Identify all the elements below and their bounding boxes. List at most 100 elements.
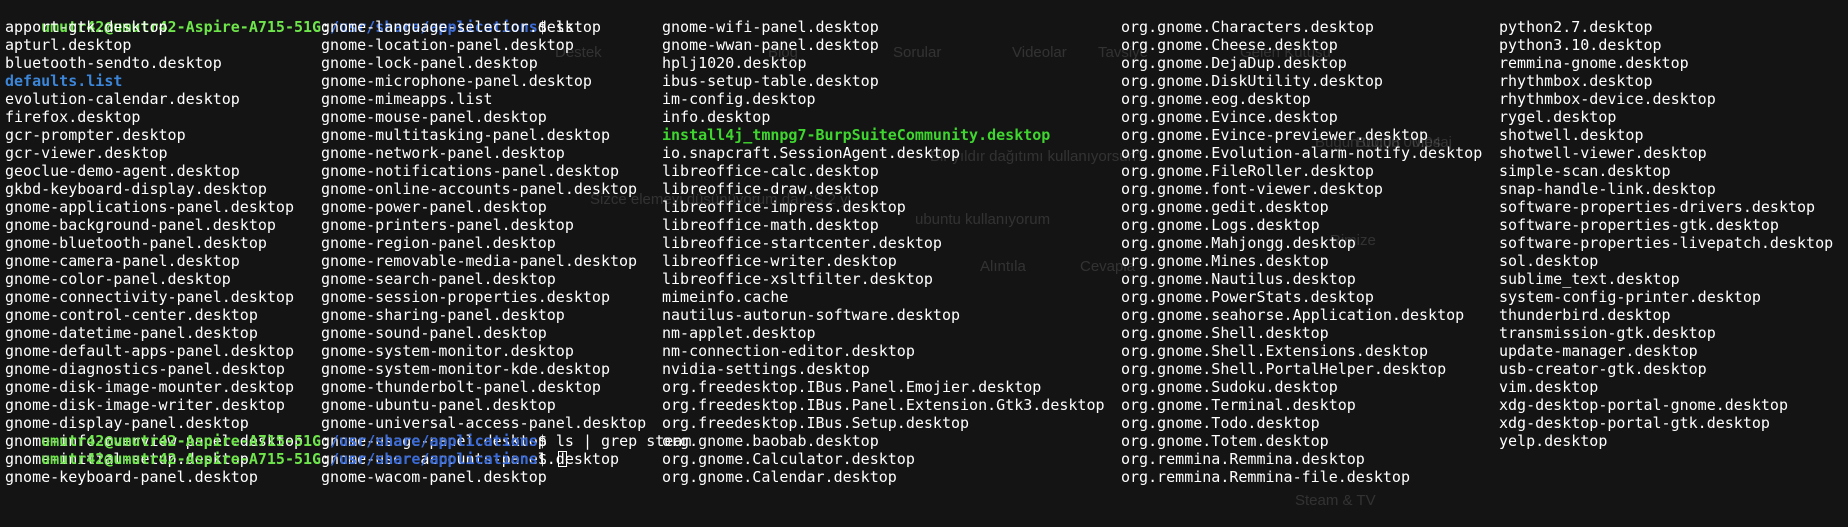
file-entry: mimeinfo.cache <box>662 288 789 306</box>
file-entry: org.gnome.Sudoku.desktop <box>1121 378 1338 396</box>
file-entry: evolution-calendar.desktop <box>5 90 240 108</box>
file-entry: gnome-search-panel.desktop <box>321 270 556 288</box>
file-entry: gnome-wacom-panel.desktop <box>321 468 547 486</box>
file-entry: sublime_text.desktop <box>1499 270 1680 288</box>
file-entry: info.desktop <box>662 108 771 126</box>
file-entry: apturl.desktop <box>5 36 132 54</box>
file-entry: software-properties-gtk.desktop <box>1499 216 1779 234</box>
file-entry: libreoffice-startcenter.desktop <box>662 234 942 252</box>
file-entry: org.gnome.seahorse.Application.desktop <box>1121 306 1465 324</box>
file-entry: org.gnome.Evolution-alarm-notify.desktop <box>1121 144 1483 162</box>
file-entry: gnome-network-panel.desktop <box>321 144 565 162</box>
file-entry: gnome-control-center.desktop <box>5 306 258 324</box>
file-entry: org.gnome.Evince.desktop <box>1121 108 1338 126</box>
file-entry: gnome-region-panel.desktop <box>321 234 556 252</box>
file-entry: org.gnome.Calendar.desktop <box>662 468 897 486</box>
file-entry: org.gnome.FileRoller.desktop <box>1121 162 1374 180</box>
file-entry: gnome-applications-panel.desktop <box>5 198 294 216</box>
file-entry: gkbd-keyboard-display.desktop <box>5 180 267 198</box>
file-entry: gnome-diagnostics-panel.desktop <box>5 360 285 378</box>
file-entry: im-config.desktop <box>662 90 816 108</box>
file-entry: org.gnome.Shell.desktop <box>1121 324 1329 342</box>
file-entry: libreoffice-xsltfilter.desktop <box>662 270 933 288</box>
file-entry: nautilus-autorun-software.desktop <box>662 306 961 324</box>
file-entry: org.gnome.Calculator.desktop <box>662 450 915 468</box>
file-entry: bluetooth-sendto.desktop <box>5 54 222 72</box>
file-entry: org.gnome.eog.desktop <box>1121 90 1311 108</box>
file-entry: gnome-mimeapps.list <box>321 90 493 108</box>
file-entry: gnome-microphone-panel.desktop <box>321 72 592 90</box>
file-entry: sol.desktop <box>1499 252 1599 270</box>
file-entry: shotwell-viewer.desktop <box>1499 144 1707 162</box>
file-entry: gnome-sharing-panel.desktop <box>321 306 565 324</box>
file-entry: gcr-prompter.desktop <box>5 126 186 144</box>
file-entry: org.gnome.Mahjongg.desktop <box>1121 234 1356 252</box>
file-entry: gnome-lock-panel.desktop <box>321 54 538 72</box>
file-entry: gnome-printers-panel.desktop <box>321 216 574 234</box>
file-entry: ibus-setup-table.desktop <box>662 72 879 90</box>
file-entry: org.freedesktop.IBus.Panel.Emojier.deskt… <box>662 378 1042 396</box>
prompt-line-3[interactable]: umutr42@umutr42-Aspire-A715-51G:/usr/sha… <box>5 432 1845 468</box>
file-entry: org.gnome.Mines.desktop <box>1121 252 1329 270</box>
file-entry: org.gnome.Evince-previewer.desktop <box>1121 126 1429 144</box>
file-entry: update-manager.desktop <box>1499 342 1698 360</box>
file-entry: simple-scan.desktop <box>1499 162 1671 180</box>
file-entry: gnome-language-selector.desktop <box>321 18 601 36</box>
file-entry: gnome-thunderbolt-panel.desktop <box>321 378 601 396</box>
file-entry: usb-creator-gtk.desktop <box>1499 360 1707 378</box>
file-entry: gnome-default-apps-panel.desktop <box>5 342 294 360</box>
file-entry: gnome-removable-media-panel.desktop <box>321 252 638 270</box>
file-entry: geoclue-demo-agent.desktop <box>5 162 240 180</box>
file-entry: gnome-power-panel.desktop <box>321 198 547 216</box>
file-entry: rygel.desktop <box>1499 108 1617 126</box>
ls-column-5: python2.7.desktop python3.10.desktop remmi… <box>1499 18 1833 450</box>
ghost-text: Steam & TV <box>1295 492 1376 509</box>
file-entry: org.gnome.Shell.PortalHelper.desktop <box>1121 360 1447 378</box>
file-entry: gnome-disk-image-mounter.desktop <box>5 378 294 396</box>
file-entry: hplj1020.desktop <box>662 54 807 72</box>
file-entry: io.snapcraft.SessionAgent.desktop <box>662 144 961 162</box>
prompt-line-2: umutr42@umutr42-Aspire-A715-51G:/usr/sha… <box>41 432 692 450</box>
prompt-path: /usr/share/applications <box>330 450 538 468</box>
file-entry: gnome-sound-panel.desktop <box>321 324 547 342</box>
file-entry: libreoffice-draw.desktop <box>662 180 879 198</box>
file-entry: gnome-camera-panel.desktop <box>5 252 240 270</box>
file-entry: org.gnome.Terminal.desktop <box>1121 396 1356 414</box>
file-entry: gnome-session-properties.desktop <box>321 288 610 306</box>
file-entry: gnome-location-panel.desktop <box>321 36 574 54</box>
file-entry: org.gnome.Characters.desktop <box>1121 18 1374 36</box>
file-entry: system-config-printer.desktop <box>1499 288 1761 306</box>
file-entry: transmission-gtk.desktop <box>1499 324 1716 342</box>
terminal-window[interactable]: umutr42@umutr42-Aspire-A715-51G:/usr/sha… <box>5 0 1845 486</box>
ls-output: apport-gtk.desktop apturl.desktop bluetoot… <box>5 18 1845 486</box>
file-entry: nm-applet.desktop <box>662 324 816 342</box>
file-entry: gnome-keyboard-panel.desktop <box>5 468 258 486</box>
file-entry: shotwell.desktop <box>1499 126 1644 144</box>
file-entry: install4j_tmnpg7-BurpSuiteCommunity.desk… <box>662 126 1051 144</box>
file-entry: gnome-multitasking-panel.desktop <box>321 126 610 144</box>
file-entry: libreoffice-writer.desktop <box>662 252 897 270</box>
file-entry: vim.desktop <box>1499 378 1599 396</box>
file-entry: gnome-color-panel.desktop <box>5 270 231 288</box>
prompt-user-host: umutr42@umutr42-Aspire-A715-51G <box>41 450 322 468</box>
file-entry: org.gnome.Shell.Extensions.desktop <box>1121 342 1429 360</box>
file-entry: gnome-notifications-panel.desktop <box>321 162 620 180</box>
file-entry: software-properties-drivers.desktop <box>1499 198 1816 216</box>
file-entry: gnome-disk-image-writer.desktop <box>5 396 285 414</box>
file-entry: xdg-desktop-portal-gnome.desktop <box>1499 396 1788 414</box>
file-entry: gnome-system-monitor.desktop <box>321 342 574 360</box>
file-entry: nvidia-settings.desktop <box>662 360 870 378</box>
file-entry: python2.7.desktop <box>1499 18 1653 36</box>
file-entry: org.gnome.Cheese.desktop <box>1121 36 1338 54</box>
file-entry: gnome-system-monitor-kde.desktop <box>321 360 610 378</box>
file-entry: org.freedesktop.IBus.Panel.Extension.Gtk… <box>662 396 1105 414</box>
file-entry: firefox.desktop <box>5 108 141 126</box>
file-entry: org.remmina.Remmina-file.desktop <box>1121 468 1410 486</box>
file-entry: org.gnome.DejaDup.desktop <box>1121 54 1347 72</box>
file-entry: rhythmbox.desktop <box>1499 72 1653 90</box>
file-entry: org.gnome.font-viewer.desktop <box>1121 180 1383 198</box>
file-entry: org.gnome.Logs.desktop <box>1121 216 1320 234</box>
file-entry: remmina-gnome.desktop <box>1499 54 1689 72</box>
file-entry: defaults.list <box>5 72 123 90</box>
file-entry: gnome-connectivity-panel.desktop <box>5 288 294 306</box>
